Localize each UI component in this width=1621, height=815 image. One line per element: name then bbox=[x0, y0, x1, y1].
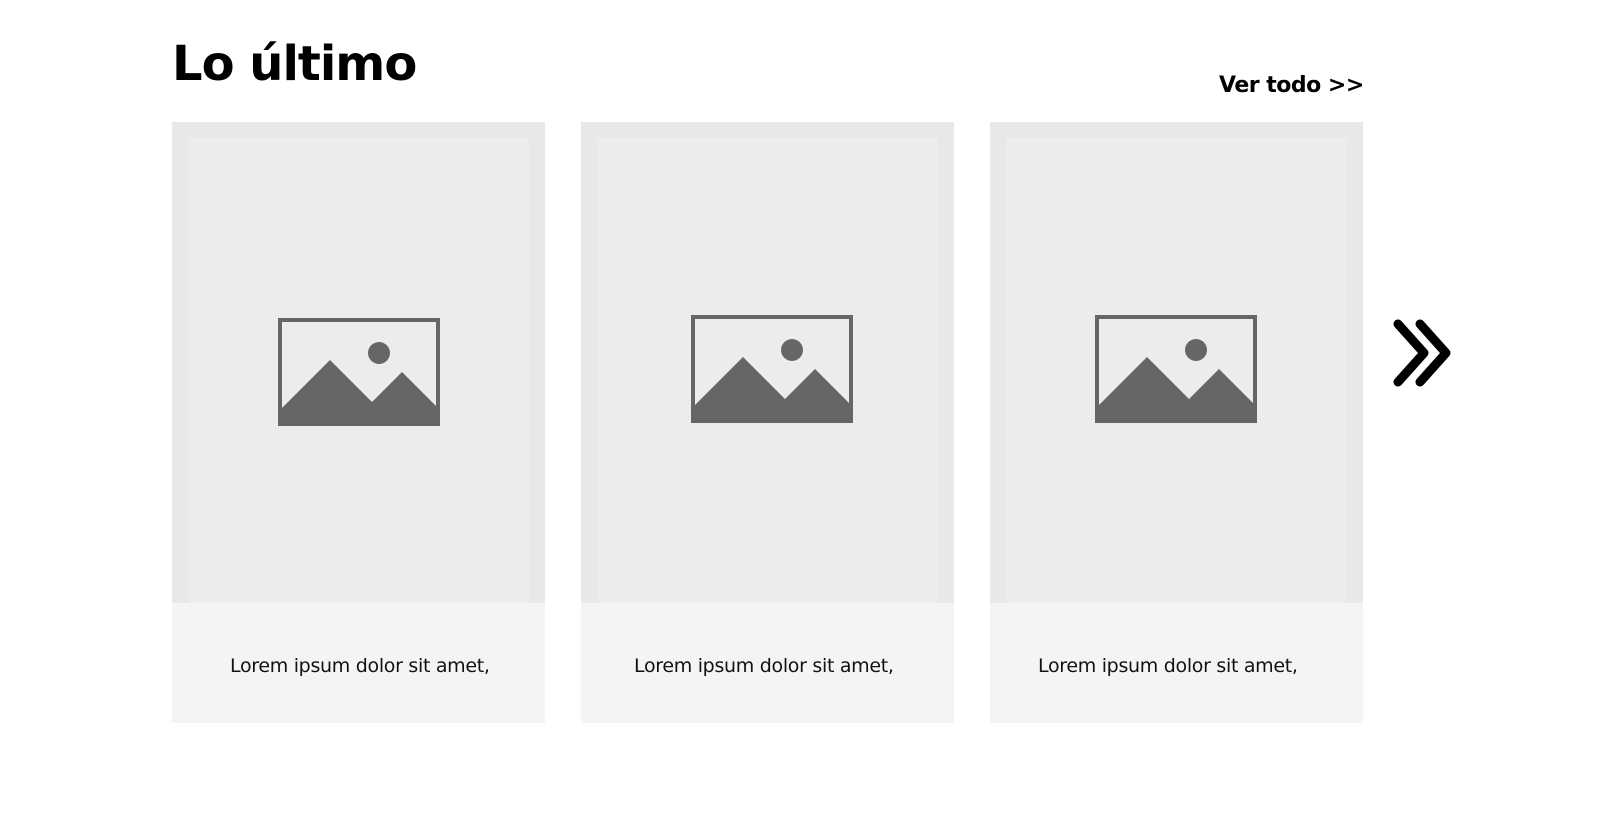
article-card[interactable]: Lorem ipsum dolor sit amet, bbox=[581, 122, 954, 723]
card-image bbox=[990, 122, 1363, 603]
double-chevron-right-icon[interactable] bbox=[1392, 318, 1454, 388]
article-card[interactable]: Lorem ipsum dolor sit amet, bbox=[172, 122, 545, 723]
section-title: Lo último bbox=[172, 36, 417, 92]
card-caption-text: Lorem ipsum dolor sit amet, bbox=[230, 655, 490, 677]
image-placeholder-icon bbox=[278, 318, 440, 426]
card-caption-text: Lorem ipsum dolor sit amet, bbox=[634, 655, 894, 677]
card-caption: Lorem ipsum dolor sit amet, bbox=[172, 603, 545, 723]
view-all-link[interactable]: Ver todo >> bbox=[1219, 73, 1364, 98]
image-placeholder-icon bbox=[691, 315, 853, 423]
card-image bbox=[581, 122, 954, 603]
card-image bbox=[172, 122, 545, 603]
article-card[interactable]: Lorem ipsum dolor sit amet, bbox=[990, 122, 1363, 723]
image-placeholder-icon bbox=[1095, 315, 1257, 423]
card-caption-text: Lorem ipsum dolor sit amet, bbox=[1038, 655, 1298, 677]
card-caption: Lorem ipsum dolor sit amet, bbox=[581, 603, 954, 723]
card-caption: Lorem ipsum dolor sit amet, bbox=[990, 603, 1363, 723]
